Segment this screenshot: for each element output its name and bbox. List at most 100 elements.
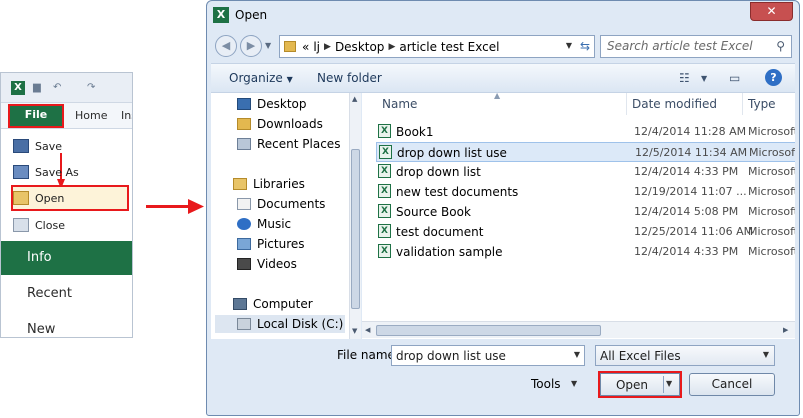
scroll-down-icon[interactable]: ▼	[352, 327, 357, 335]
excel-backstage-panel: X ▆ ↶ ↷ File Home Ins Save Save As Open …	[0, 72, 133, 338]
open-button[interactable]: Open ▼	[598, 371, 682, 398]
nav-desktop-label: Desktop	[257, 97, 307, 111]
file-name: new test documents	[396, 185, 519, 199]
nav-libraries-label: Libraries	[253, 177, 305, 191]
nav-libraries[interactable]: Libraries	[233, 175, 305, 193]
organize-button[interactable]: Organize ▼	[229, 71, 293, 85]
column-header-name[interactable]: Name	[382, 97, 417, 111]
open-button-split	[663, 376, 664, 393]
breadcrumb-desktop[interactable]: Desktop	[335, 40, 385, 54]
backstage-save-as[interactable]: Save As	[13, 161, 129, 183]
file-row[interactable]: X Source Book 12/4/2014 5:08 PM Microsof…	[376, 202, 795, 222]
nav-music[interactable]: Music	[237, 215, 291, 233]
column-separator[interactable]	[742, 93, 743, 115]
backstage-info[interactable]: Info	[1, 241, 132, 275]
nav-computer-label: Computer	[253, 297, 313, 311]
column-header-type[interactable]: Type	[748, 97, 776, 111]
help-icon[interactable]: ?	[765, 69, 782, 86]
nav-downloads[interactable]: Downloads	[237, 115, 323, 133]
backstage-open[interactable]: Open	[11, 185, 129, 211]
backstage-recent[interactable]: Recent	[1, 277, 132, 311]
open-options-dropdown-icon[interactable]: ▼	[666, 379, 672, 388]
undo-icon[interactable]: ↶	[53, 82, 61, 93]
address-dropdown-icon[interactable]: ▼	[566, 41, 572, 50]
insert-tab[interactable]: Ins	[121, 109, 132, 122]
backstage-close[interactable]: Close	[13, 214, 129, 236]
nav-pane-scrollbar[interactable]: ▲ ▼	[349, 93, 361, 339]
dialog-title-bar[interactable]: X Open ✕	[207, 1, 799, 31]
nav-pane-scroll-thumb[interactable]	[351, 149, 360, 309]
file-row[interactable]: X drop down list 12/4/2014 4:33 PM Micro…	[376, 162, 795, 182]
excel-logo-icon: X	[11, 81, 25, 95]
recent-locations-dropdown-icon[interactable]: ▼	[265, 41, 271, 50]
scroll-left-icon[interactable]: ◀	[365, 326, 370, 334]
nav-downloads-label: Downloads	[257, 117, 323, 131]
command-bar: Organize ▼ New folder ☷ ▼ ▭ ?	[211, 63, 795, 93]
file-type: Microsoft	[748, 165, 795, 178]
file-type: Microsoft	[748, 185, 795, 198]
file-row[interactable]: X Book1 12/4/2014 11:28 AM Microsoft	[376, 122, 795, 142]
search-icon[interactable]: ⚲	[776, 39, 785, 53]
forward-button[interactable]: ▶	[240, 35, 262, 57]
scroll-up-icon[interactable]: ▲	[352, 95, 357, 103]
quick-access-toolbar: X ▆ ↶ ↷	[1, 73, 132, 103]
preview-pane-icon[interactable]: ▭	[729, 71, 740, 85]
tools-dropdown-icon[interactable]: ▼	[571, 379, 577, 388]
address-bar[interactable]: « lj ▶ Desktop ▶ article test Excel ▼ ⇆	[279, 35, 595, 58]
file-list-scroll-thumb[interactable]	[376, 325, 601, 336]
backstage-new[interactable]: New	[1, 313, 132, 337]
nav-desktop[interactable]: Desktop	[237, 95, 307, 113]
nav-documents-label: Documents	[257, 197, 326, 211]
organize-dropdown-icon: ▼	[286, 75, 293, 84]
redo-icon[interactable]: ↷	[87, 82, 95, 93]
nav-computer[interactable]: Computer	[233, 295, 313, 313]
file-type-select[interactable]: All Excel Files ▼	[595, 345, 775, 366]
close-button[interactable]: ✕	[750, 2, 793, 21]
close-document-icon	[13, 218, 29, 232]
tools-button[interactable]: Tools	[531, 377, 561, 391]
local-disk-icon	[237, 318, 251, 330]
refresh-icon[interactable]: ⇆	[580, 39, 590, 53]
scroll-right-icon[interactable]: ▶	[783, 326, 788, 334]
file-row[interactable]: X test document 12/25/2014 11:06 AM Micr…	[376, 222, 795, 242]
backstage-close-label: Close	[35, 218, 65, 232]
nav-videos[interactable]: Videos	[237, 255, 297, 273]
file-name-field[interactable]: drop down list use ▼	[391, 345, 585, 366]
change-view-icon[interactable]: ☷	[679, 71, 690, 85]
file-name: Book1	[396, 125, 434, 139]
file-name: test document	[396, 225, 484, 239]
search-input[interactable]: Search article test Excel ⚲	[600, 35, 792, 58]
cancel-button[interactable]: Cancel	[689, 373, 775, 396]
save-icon[interactable]: ▆	[33, 82, 41, 93]
file-row-selected[interactable]: X drop down list use 12/5/2014 11:34 AM …	[376, 142, 795, 162]
desktop-icon	[237, 98, 251, 110]
column-separator[interactable]	[626, 93, 627, 115]
nav-local-disk[interactable]: Local Disk (C:)	[215, 315, 345, 333]
column-header-date-modified[interactable]: Date modified	[632, 97, 717, 111]
downloads-icon	[237, 118, 251, 130]
nav-pictures[interactable]: Pictures	[237, 235, 305, 253]
back-button[interactable]: ◀	[215, 35, 237, 57]
backstage-save[interactable]: Save	[13, 135, 129, 157]
file-name: drop down list	[396, 165, 481, 179]
file-row[interactable]: X validation sample 12/4/2014 4:33 PM Mi…	[376, 242, 795, 262]
nav-documents[interactable]: Documents	[237, 195, 325, 213]
breadcrumb-article-test-excel[interactable]: article test Excel	[399, 40, 499, 54]
file-list-horizontal-scrollbar[interactable]: ◀ ▶	[362, 321, 795, 338]
view-dropdown-icon[interactable]: ▼	[701, 74, 707, 83]
breadcrumb-separator-icon[interactable]: ▶	[388, 42, 395, 52]
file-row[interactable]: X new test documents 12/19/2014 11:07 ..…	[376, 182, 795, 202]
home-tab[interactable]: Home	[75, 109, 107, 122]
new-folder-button[interactable]: New folder	[317, 71, 382, 85]
folder-icon	[284, 41, 296, 52]
nav-recent-places[interactable]: Recent Places	[237, 135, 340, 153]
file-name-dropdown-icon[interactable]: ▼	[574, 350, 580, 359]
file-tab[interactable]: File	[8, 104, 64, 128]
file-name-label: File name:	[337, 348, 399, 362]
documents-icon	[237, 198, 251, 210]
breadcrumb-separator-icon[interactable]: ▶	[324, 42, 331, 52]
breadcrumb-lj[interactable]: lj	[313, 40, 320, 54]
open-button-label: Open	[615, 378, 649, 392]
open-folder-icon	[13, 191, 29, 205]
breadcrumb-overflow[interactable]: «	[302, 40, 309, 54]
